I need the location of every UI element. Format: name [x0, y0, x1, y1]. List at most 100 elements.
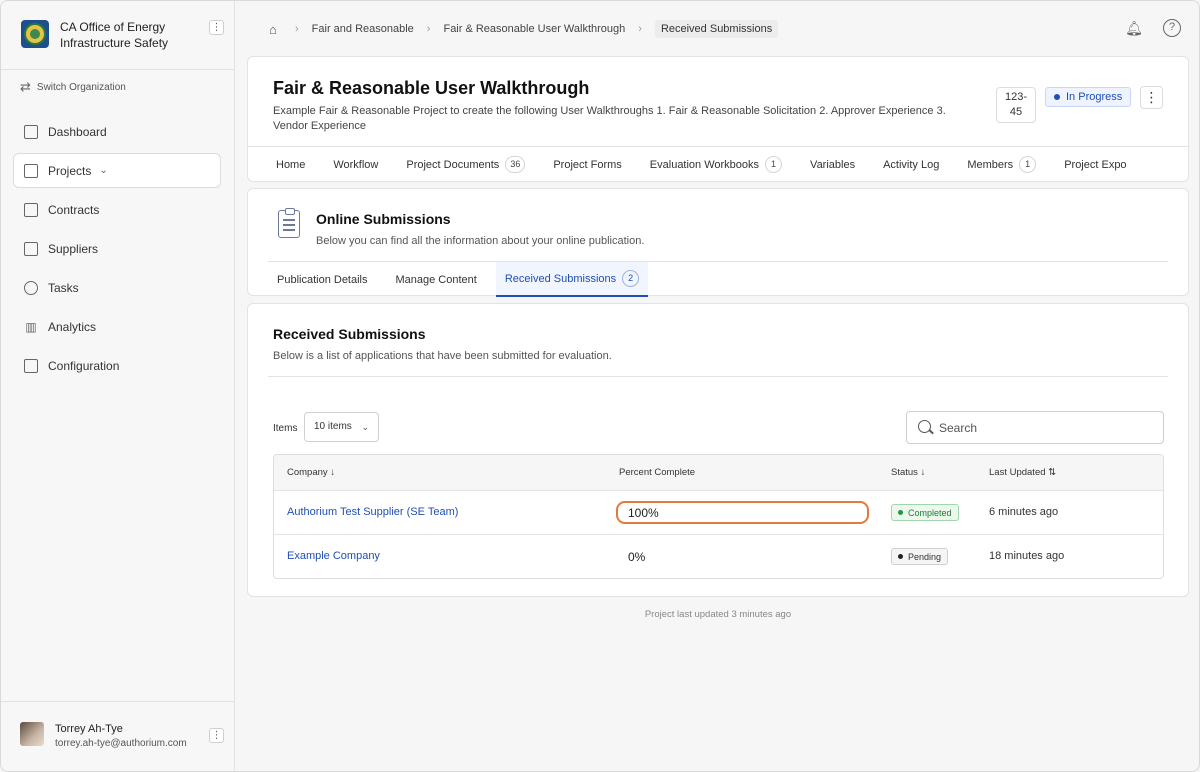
project-description: Example Fair & Reasonable Project to cre…: [273, 105, 946, 132]
company-link[interactable]: Example Company: [287, 550, 380, 562]
search-box[interactable]: [906, 411, 1164, 444]
submission-tabs: Publication Details Manage Content Recei…: [268, 261, 1168, 297]
items-per-page-value: 10 items: [314, 421, 352, 432]
bar-chart-icon: ▥: [25, 319, 37, 334]
sort-icon: ⇅: [1048, 467, 1057, 478]
sidebar-item-configuration[interactable]: Configuration: [13, 348, 221, 383]
sidebar-item-dashboard[interactable]: Dashboard: [13, 114, 221, 149]
search-input[interactable]: [939, 418, 1149, 438]
breadcrumb-item[interactable]: Fair and Reasonable: [312, 23, 414, 35]
sidebar-item-analytics[interactable]: ▥ Analytics: [13, 309, 221, 344]
status-dot: [1054, 94, 1060, 100]
sidebar-item-label: Configuration: [48, 358, 120, 373]
breadcrumb-item[interactable]: Fair & Reasonable User Walkthrough: [443, 23, 625, 35]
tab-activity-log[interactable]: Activity Log: [883, 159, 939, 171]
column-header-last-updated[interactable]: Last Updated ⇅: [989, 467, 1056, 478]
tab-manage-content[interactable]: Manage Content: [387, 262, 486, 297]
items-label: Items: [273, 423, 298, 434]
settings-list-icon: [24, 358, 38, 373]
status-label: Completed: [908, 507, 952, 518]
top-bar: ⌂ › Fair and Reasonable › Fair & Reasona…: [235, 1, 1199, 55]
user-name: Torrey Ah-Tye: [55, 723, 123, 735]
sort-down-icon: ↓: [330, 467, 336, 478]
last-updated: 6 minutes ago: [989, 506, 1059, 518]
count-badge: 2: [622, 270, 640, 287]
section-title: Online Submissions: [316, 211, 451, 227]
contract-icon: [24, 202, 38, 217]
breadcrumb: ⌂ › Fair and Reasonable › Fair & Reasona…: [269, 20, 779, 38]
sidebar-item-tasks[interactable]: Tasks: [13, 270, 221, 305]
page-title: Fair & Reasonable User Walkthrough: [273, 78, 590, 98]
sidebar-item-contracts[interactable]: Contracts: [13, 192, 221, 227]
tab-home[interactable]: Home: [276, 159, 305, 171]
sort-down-icon: ↓: [920, 467, 926, 478]
breadcrumb-current: Received Submissions: [654, 20, 779, 38]
tab-variables[interactable]: Variables: [810, 159, 855, 171]
percent-complete: 0%: [628, 550, 646, 564]
project-tabs: Home Workflow Project Documents 36 Projec…: [248, 146, 1188, 182]
tab-received-submissions[interactable]: Received Submissions 2: [495, 262, 649, 297]
project-more-button[interactable]: ⋮: [1140, 86, 1163, 109]
divider: [268, 376, 1168, 377]
org-logo: [21, 20, 49, 48]
tab-project-forms[interactable]: Project Forms: [553, 159, 621, 171]
avatar: [20, 722, 44, 746]
tab-publication-details[interactable]: Publication Details: [268, 262, 377, 297]
status-dot: [898, 510, 903, 515]
section-description: Below you can find all the information a…: [316, 235, 645, 247]
user-email: torrey.ah-tye@authorium.com: [55, 738, 187, 749]
sidebar-item-label: Projects: [48, 163, 92, 178]
status-label: In Progress: [1066, 91, 1123, 103]
items-per-page-select[interactable]: 10 items ⌄: [304, 412, 379, 442]
clipboard-list-icon: [278, 208, 300, 238]
column-header-company[interactable]: Company ↓: [287, 467, 335, 478]
status-badge: Completed: [891, 504, 959, 521]
company-link[interactable]: Authorium Test Supplier (SE Team): [287, 506, 458, 518]
sidebar: CA Office of Energy Infrastructure Safet…: [1, 1, 235, 771]
check-circle-icon: [24, 280, 38, 295]
briefcase-icon: [24, 163, 38, 178]
user-menu-button[interactable]: ⋮: [209, 728, 224, 743]
dashboard-icon: [24, 124, 38, 139]
search-icon: [918, 420, 931, 433]
home-icon[interactable]: ⌂: [269, 23, 282, 36]
tab-workflow[interactable]: Workflow: [333, 159, 378, 171]
status-badge[interactable]: In Progress: [1045, 87, 1132, 107]
top-actions: 🔔︎ ?: [1125, 19, 1181, 37]
project-number: 123- 45: [996, 87, 1036, 123]
help-icon[interactable]: ?: [1163, 19, 1181, 37]
last-updated: 18 minutes ago: [989, 550, 1065, 562]
sidebar-item-suppliers[interactable]: Suppliers: [13, 231, 221, 266]
tab-evaluation-workbooks[interactable]: Evaluation Workbooks 1: [650, 156, 783, 173]
table-row: Authorium Test Supplier (SE Team) 100% C…: [274, 491, 1163, 535]
sidebar-item-label: Contracts: [48, 202, 100, 217]
table-row: Example Company 0% Pending 18 minutes ag…: [274, 535, 1163, 578]
column-header-percent: Percent Complete: [619, 467, 696, 478]
org-header: CA Office of Energy Infrastructure Safet…: [1, 1, 234, 70]
tab-project-export[interactable]: Project Expo: [1064, 159, 1126, 171]
percent-complete: 100%: [628, 506, 659, 520]
status-dot: [898, 554, 903, 559]
org-name: CA Office of Energy Infrastructure Safet…: [60, 20, 169, 50]
bell-icon[interactable]: 🔔︎: [1125, 19, 1143, 37]
received-submissions-card: Received Submissions Below is a list of …: [247, 303, 1189, 597]
sidebar-item-label: Analytics: [48, 319, 97, 334]
chevron-down-icon[interactable]: ⌄: [99, 165, 107, 176]
chevron-right-icon: ›: [295, 23, 299, 35]
status-label: Pending: [908, 551, 942, 562]
switch-organization-label: Switch Organization: [36, 81, 126, 93]
column-header-status[interactable]: Status ↓: [891, 467, 925, 478]
tab-project-documents[interactable]: Project Documents 36: [406, 156, 526, 173]
switch-organization-link[interactable]: ⇄ Switch Organization: [20, 79, 126, 95]
tab-members[interactable]: Members 1: [967, 156, 1037, 173]
sidebar-item-projects[interactable]: Projects ⌄: [13, 153, 221, 188]
table-header: Company ↓ Percent Complete Status ↓ Last…: [274, 455, 1163, 491]
user-profile: Torrey Ah-Tye torrey.ah-tye@authorium.co…: [1, 701, 234, 771]
sidebar-item-label: Tasks: [48, 280, 79, 295]
sidebar-item-label: Suppliers: [48, 241, 99, 256]
online-submissions-card: Online Submissions Below you can find al…: [247, 188, 1189, 297]
count-badge: 1: [765, 156, 783, 173]
org-menu-button[interactable]: ⋮: [209, 20, 224, 35]
building-icon: [24, 241, 38, 256]
count-badge: 36: [505, 156, 526, 173]
